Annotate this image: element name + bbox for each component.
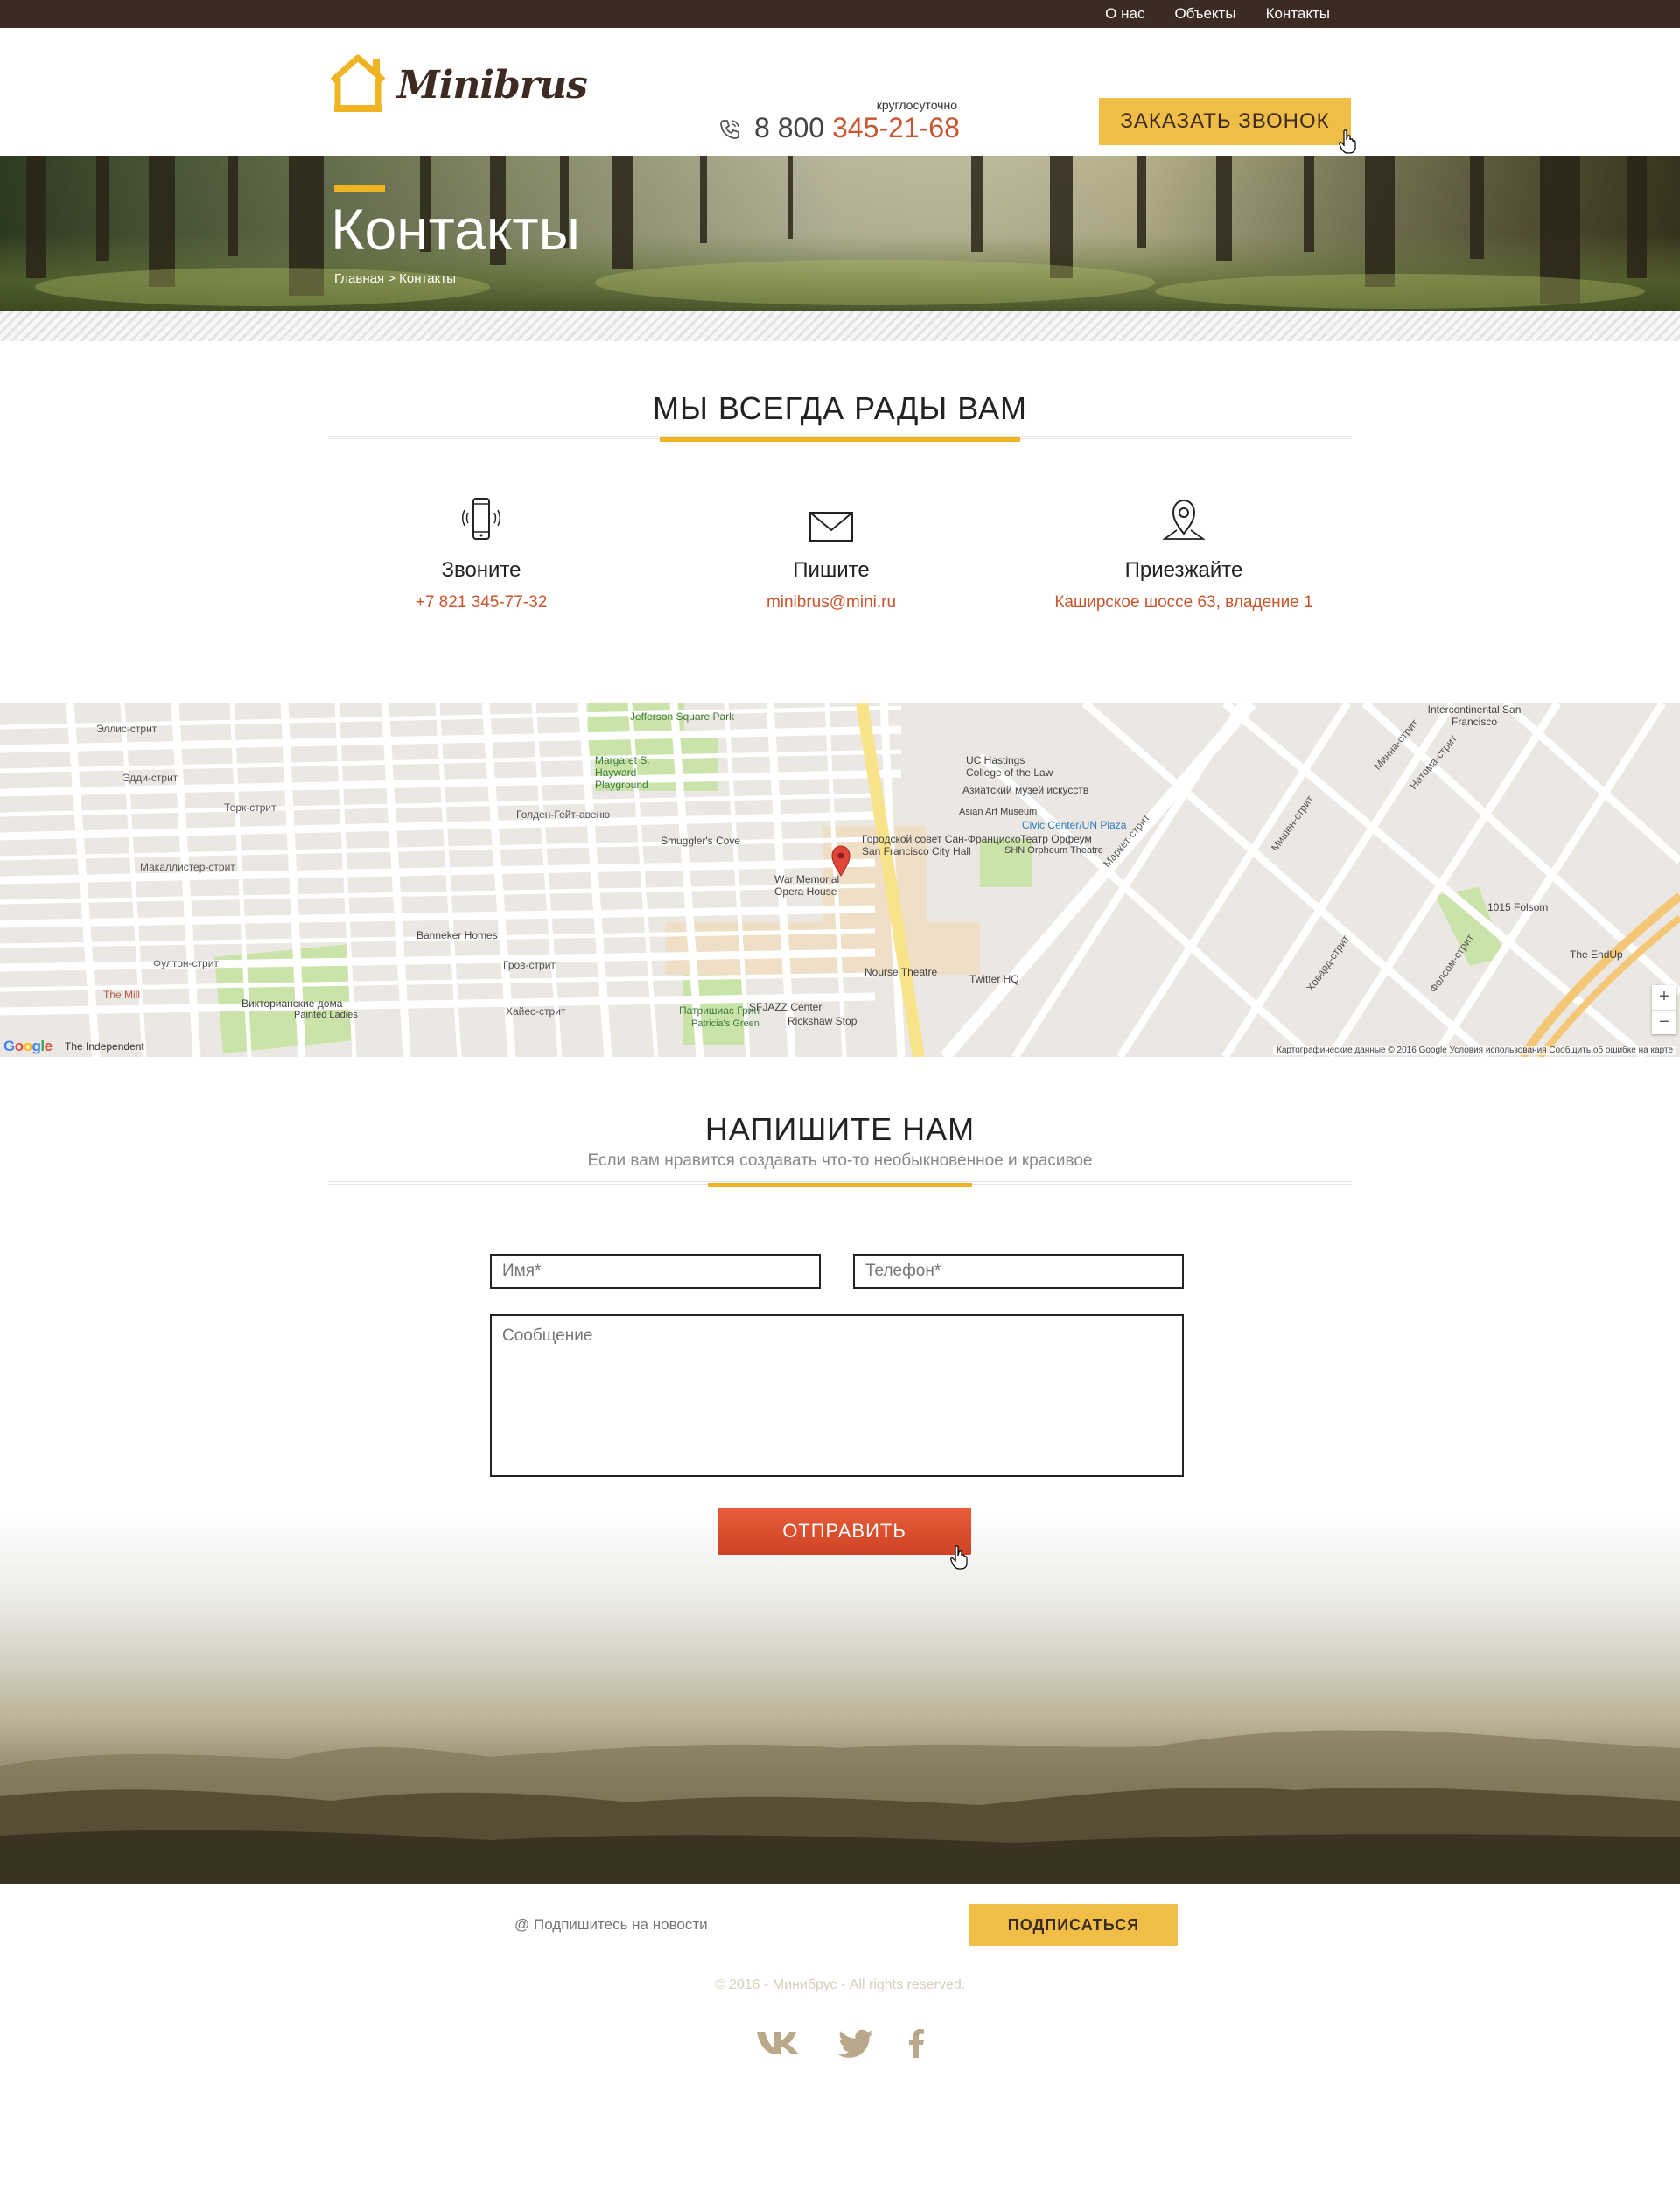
contact-call: Звоните +7 821 345-77-32 bbox=[350, 450, 612, 612]
forest-background bbox=[0, 156, 1680, 311]
hero-accent-bar bbox=[334, 185, 385, 192]
map-label: Patricia's Green bbox=[691, 1018, 760, 1029]
map-label: Intercontinental San Francisco bbox=[1427, 703, 1522, 728]
heading-accent bbox=[660, 437, 1020, 442]
mountains-background bbox=[0, 1617, 1680, 1884]
map-label: Эдди-стрит bbox=[122, 772, 178, 784]
subscribe-email-input[interactable] bbox=[504, 1904, 970, 1946]
envelope-icon bbox=[700, 492, 962, 544]
nav-objects[interactable]: Объекты bbox=[1174, 5, 1236, 23]
map-label: Civic Center/UN Plaza bbox=[1022, 819, 1127, 831]
map-label: Smuggler's Cove bbox=[661, 835, 740, 847]
map-label: Голден-Гейт-авеню bbox=[516, 808, 611, 821]
nav-contacts[interactable]: Контакты bbox=[1266, 5, 1330, 23]
map-label: Asian Art Museum bbox=[959, 807, 1038, 817]
subscribe-button[interactable]: ПОДПИСАТЬСЯ bbox=[970, 1904, 1178, 1946]
heading-accent bbox=[708, 1183, 972, 1187]
phone-caption: круглосуточно bbox=[876, 98, 957, 112]
location-pin-icon bbox=[1053, 492, 1315, 544]
order-call-button[interactable]: ЗАКАЗАТЬ ЗВОНОК bbox=[1099, 98, 1351, 145]
contact-call-value[interactable]: +7 821 345-77-32 bbox=[350, 593, 612, 612]
contact-visit: Приезжайте Каширское шоссе 63, владение … bbox=[1053, 450, 1315, 612]
map-zoom-control: + − bbox=[1652, 985, 1676, 1034]
contact-call-title: Звоните bbox=[441, 558, 522, 582]
phone-number[interactable]: 8 800 345-21-68 bbox=[754, 112, 960, 144]
map-label: Twitter HQ bbox=[970, 973, 1019, 985]
map-poi-label: The Independent bbox=[65, 1040, 144, 1053]
map-label: Патришиас Грин bbox=[679, 1004, 760, 1017]
map-label: SFJAZZ Center bbox=[749, 1001, 822, 1013]
map-label: Эллис-стрит bbox=[96, 723, 158, 735]
map-label: Nourse Theatre bbox=[864, 966, 938, 978]
welcome-heading: МЫ ВСЕГДА РАДЫ ВАМ bbox=[328, 390, 1352, 450]
facebook-icon[interactable] bbox=[907, 2028, 925, 2066]
contact-form-section: НАПИШИТЕ НАМ Если вам нравится создавать… bbox=[0, 1057, 1680, 2058]
zoom-in-button[interactable]: + bbox=[1652, 985, 1676, 1010]
map-label: Терк-стрит bbox=[224, 801, 276, 814]
map-label: Painted Ladies bbox=[294, 1010, 358, 1020]
map-label: Фултон-стрит bbox=[153, 957, 219, 969]
map-label: SHN Orpheum Theatre bbox=[1004, 845, 1103, 856]
phone-main: 345-21-68 bbox=[831, 112, 960, 143]
welcome-title: МЫ ВСЕГДА РАДЫ ВАМ bbox=[652, 390, 1028, 426]
message-field[interactable] bbox=[490, 1314, 1184, 1477]
vk-icon[interactable] bbox=[755, 2028, 802, 2066]
contact-cards: Звоните +7 821 345-77-32 Пишите minibrus… bbox=[328, 450, 1352, 703]
social-links bbox=[0, 2028, 1680, 2066]
map-label: Rickshaw Stop bbox=[788, 1015, 858, 1027]
name-field[interactable] bbox=[490, 1254, 821, 1289]
map-label: Макаллистер-стрит bbox=[140, 861, 235, 873]
form-subtitle: Если вам нравится создавать что-то необы… bbox=[587, 1151, 1093, 1170]
map-label: The Mill bbox=[103, 989, 141, 1001]
contact-write-value[interactable]: minibrus@mini.ru bbox=[700, 593, 962, 612]
map-attribution[interactable]: Картографические данные © 2016 Google Ус… bbox=[1273, 1046, 1676, 1055]
map-label: Jefferson Square Park bbox=[630, 710, 735, 723]
logo-text: Minibrus bbox=[397, 62, 588, 108]
form-title: НАПИШИТЕ НАМ bbox=[704, 1111, 976, 1147]
hatched-divider bbox=[0, 311, 1680, 341]
top-bar: О нас Объекты Контакты bbox=[0, 0, 1680, 28]
phone-prefix: 8 800 bbox=[754, 112, 825, 143]
map-label: Театр Орфеум bbox=[1020, 833, 1092, 845]
map-label: Викторианские дома bbox=[242, 997, 343, 1010]
google-logo: Google bbox=[4, 1038, 52, 1054]
hand-cursor-icon bbox=[1339, 129, 1356, 154]
map-marker-icon[interactable] bbox=[831, 845, 850, 877]
map-label: War Memorial Opera House bbox=[774, 873, 840, 898]
hero-banner: Контакты Главная > Контакты bbox=[0, 156, 1680, 311]
contact-write: Пишите minibrus@mini.ru bbox=[700, 450, 962, 612]
map-label: Хайес-стрит bbox=[506, 1005, 566, 1018]
map-label: Гров-стрит bbox=[503, 959, 556, 971]
twitter-icon[interactable] bbox=[837, 2028, 873, 2066]
form-heading: НАПИШИТЕ НАМ Если вам нравится создавать… bbox=[328, 1057, 1352, 1188]
map-label: 1015 Folsom bbox=[1488, 901, 1549, 913]
copyright: © 2016 - Минибрус - All rights reserved. bbox=[714, 1977, 966, 1992]
map-label: Городской совет Сан-Франциско bbox=[862, 833, 1021, 845]
hand-cursor-icon bbox=[950, 1545, 968, 1570]
site-header: Minibrus круглосуточно 8 800 345-21-68 З… bbox=[0, 28, 1680, 156]
breadcrumb[interactable]: Главная > Контакты bbox=[334, 271, 456, 286]
top-nav: О нас Объекты Контакты bbox=[1105, 0, 1330, 28]
house-logo-icon bbox=[329, 54, 387, 115]
mobile-phone-icon bbox=[350, 492, 612, 544]
map-label: Margaret S. Hayward Playground bbox=[595, 754, 650, 791]
map-label: Азиатский музей искусств bbox=[962, 784, 1089, 796]
zoom-out-button[interactable]: − bbox=[1652, 1010, 1676, 1034]
phone-field[interactable] bbox=[853, 1254, 1184, 1289]
map-label: Banneker Homes bbox=[416, 929, 498, 941]
page-title: Контакты bbox=[331, 197, 581, 262]
logo[interactable]: Minibrus bbox=[329, 54, 588, 115]
submit-button[interactable]: ОТПРАВИТЬ bbox=[718, 1508, 971, 1555]
google-map[interactable]: Эллис-стрит Эдди-стрит Терк-стрит Макалл… bbox=[0, 703, 1680, 1057]
contact-write-title: Пишите bbox=[793, 558, 870, 582]
contact-visit-value[interactable]: Каширское шоссе 63, владение 1 bbox=[1053, 593, 1315, 612]
map-label: The EndUp bbox=[1570, 948, 1623, 961]
nav-about[interactable]: О нас bbox=[1105, 5, 1144, 23]
map-label: San Francisco City Hall bbox=[862, 845, 971, 857]
phone-handset-icon bbox=[720, 120, 739, 139]
map-label: UC Hastings College of the Law bbox=[966, 754, 1054, 779]
contact-visit-title: Приезжайте bbox=[1124, 558, 1243, 582]
header-phone: круглосуточно 8 800 345-21-68 bbox=[718, 73, 980, 143]
